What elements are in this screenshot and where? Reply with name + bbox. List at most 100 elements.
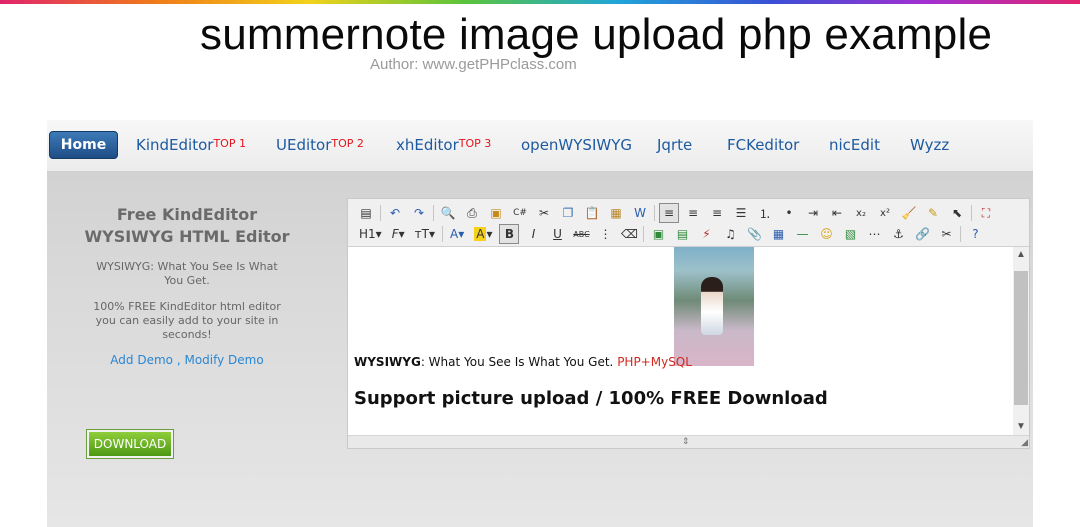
select-all-icon[interactable]: ⬉ bbox=[947, 203, 967, 223]
nav-item-nicedit[interactable]: nicEdit bbox=[829, 136, 880, 154]
demo-links-separator: , bbox=[176, 353, 181, 367]
help-icon[interactable]: ? bbox=[965, 224, 985, 244]
sidebar-desc-2: 100% FREE KindEditor html editor you can… bbox=[93, 300, 281, 341]
toolbar-divider bbox=[433, 205, 434, 221]
text-color-dropdown[interactable]: A▾ bbox=[447, 224, 467, 244]
superscript-icon[interactable]: x² bbox=[875, 203, 895, 223]
nav-item-openwysiwyg[interactable]: openWYSIWYG bbox=[521, 136, 632, 154]
demo-links: Add Demo , Modify Demo bbox=[87, 353, 287, 367]
nav-item-fckeditor[interactable]: FCKeditor bbox=[727, 136, 799, 154]
highlight-color-dropdown[interactable]: A ▾ bbox=[471, 224, 495, 244]
toolbar-row-1: ▤ ↶ ↷ 🔍 ⎙ ▣ C# ✂ ❐ 📋 ▦ W ≡ ≡ ≡ ☰ ⒈ • ⇥ ⇤… bbox=[356, 203, 1000, 223]
code-icon[interactable]: C# bbox=[510, 203, 530, 223]
unordered-list-icon[interactable]: • bbox=[779, 203, 799, 223]
redo-icon[interactable]: ↷ bbox=[409, 203, 429, 223]
content-line-2: Support picture upload / 100% FREE Downl… bbox=[354, 388, 828, 409]
scroll-down-icon[interactable]: ▼ bbox=[1013, 419, 1029, 435]
pagebreak-icon[interactable]: ⋯ bbox=[864, 224, 884, 244]
php-mysql-link[interactable]: PHP+MySQL bbox=[617, 355, 692, 369]
outdent-icon[interactable]: ⇤ bbox=[827, 203, 847, 223]
quick-format-icon[interactable]: ✎ bbox=[923, 203, 943, 223]
underline-button[interactable]: U bbox=[547, 224, 567, 244]
sidebar-desc-1: WYSIWYG: What You See Is What You Get. bbox=[96, 260, 278, 287]
drag-grip-icon[interactable]: ⇕ bbox=[682, 436, 690, 447]
preview-icon[interactable]: 🔍 bbox=[438, 203, 458, 223]
photo-person-figure bbox=[701, 277, 723, 335]
emoticon-icon[interactable]: ☺ bbox=[816, 224, 836, 244]
line-height-icon[interactable]: ⋮ bbox=[595, 224, 615, 244]
paste-plain-icon[interactable]: ▦ bbox=[606, 203, 626, 223]
nav-home-button[interactable]: Home bbox=[49, 131, 118, 159]
copy-icon[interactable]: ❐ bbox=[558, 203, 578, 223]
unlink-icon[interactable]: ✂ bbox=[936, 224, 956, 244]
justify-icon[interactable]: ☰ bbox=[731, 203, 751, 223]
add-demo-link[interactable]: Add Demo bbox=[110, 353, 173, 367]
toolbar-divider bbox=[654, 205, 655, 221]
table-icon[interactable]: ▦ bbox=[768, 224, 788, 244]
attachment-icon[interactable]: 📎 bbox=[744, 224, 764, 244]
demo-frame: Home KindEditorTOP 1 UEditorTOP 2 xhEdit… bbox=[47, 120, 1033, 527]
strikethrough-button[interactable]: ABC bbox=[571, 224, 591, 244]
baidu-map-icon[interactable]: ▧ bbox=[840, 224, 860, 244]
author-line: Author: www.getPHPclass.com bbox=[370, 56, 577, 73]
indent-icon[interactable]: ⇥ bbox=[803, 203, 823, 223]
heading-label: H1 bbox=[359, 227, 376, 241]
nav-item-ueditor[interactable]: UEditorTOP 2 bbox=[276, 136, 364, 154]
template-icon[interactable]: ▣ bbox=[486, 203, 506, 223]
size-label: тT bbox=[414, 227, 429, 241]
nav-item-xheditor[interactable]: xhEditorTOP 3 bbox=[396, 136, 491, 154]
source-icon[interactable]: ▤ bbox=[356, 203, 376, 223]
hr-icon[interactable]: — bbox=[792, 224, 812, 244]
resize-handle-icon[interactable]: ◢ bbox=[1021, 437, 1028, 448]
paste-icon[interactable]: 📋 bbox=[582, 203, 602, 223]
nav-item-wyzz[interactable]: Wyzz bbox=[910, 136, 949, 154]
uploaded-photo[interactable] bbox=[674, 247, 754, 366]
underline-label: U bbox=[553, 227, 562, 241]
cut-icon[interactable]: ✂ bbox=[534, 203, 554, 223]
media-icon[interactable]: ♫ bbox=[720, 224, 740, 244]
editor-scrollbar[interactable]: ▲ ▼ bbox=[1013, 247, 1029, 435]
content-line-1: WYSIWYG: What You See Is What You Get. P… bbox=[354, 355, 692, 369]
fullscreen-icon[interactable]: ⛶ bbox=[976, 203, 996, 223]
top-rainbow-bar bbox=[0, 0, 1080, 4]
scroll-up-icon[interactable]: ▲ bbox=[1013, 247, 1029, 263]
font-size-dropdown[interactable]: тT ▾ bbox=[412, 224, 438, 244]
toolbar-divider bbox=[380, 205, 381, 221]
modify-demo-link[interactable]: Modify Demo bbox=[184, 353, 263, 367]
insert-image-icon[interactable]: ▣ bbox=[648, 224, 668, 244]
nav-item-jqrte[interactable]: Jqrte bbox=[657, 136, 692, 154]
editor-content-area[interactable]: WYSIWYG: What You See Is What You Get. P… bbox=[348, 247, 1013, 435]
font-label: F bbox=[391, 227, 399, 241]
print-icon[interactable]: ⎙ bbox=[462, 203, 482, 223]
download-button[interactable]: DOWNLOAD bbox=[86, 429, 174, 459]
ordered-list-icon[interactable]: ⒈ bbox=[755, 203, 775, 223]
nav-item-kindeditor[interactable]: KindEditorTOP 1 bbox=[136, 136, 246, 154]
toolbar-divider bbox=[971, 205, 972, 221]
sidebar-heading: Free KindEditor WYSIWYG HTML Editor bbox=[84, 205, 290, 246]
editor-toolbar: ▤ ↶ ↷ 🔍 ⎙ ▣ C# ✂ ❐ 📋 ▦ W ≡ ≡ ≡ ☰ ⒈ • ⇥ ⇤… bbox=[348, 199, 1029, 247]
bold-button[interactable]: B bbox=[499, 224, 520, 244]
font-family-dropdown[interactable]: F ▾ bbox=[389, 224, 408, 244]
link-icon[interactable]: 🔗 bbox=[912, 224, 932, 244]
align-left-icon[interactable]: ≡ bbox=[659, 203, 679, 223]
align-center-icon[interactable]: ≡ bbox=[683, 203, 703, 223]
italic-button[interactable]: I bbox=[523, 224, 543, 244]
strike-label: ABC bbox=[573, 229, 590, 239]
subscript-icon[interactable]: x₂ bbox=[851, 203, 871, 223]
multi-image-icon[interactable]: ▤ bbox=[672, 224, 692, 244]
content-line-1-bold: WYSIWYG bbox=[354, 355, 421, 369]
toolbar-divider bbox=[960, 226, 962, 242]
italic-label: I bbox=[531, 227, 536, 241]
undo-icon[interactable]: ↶ bbox=[385, 203, 405, 223]
flash-icon[interactable]: ⚡ bbox=[696, 224, 716, 244]
scroll-thumb[interactable] bbox=[1014, 271, 1028, 405]
heading-dropdown[interactable]: H1 ▾ bbox=[356, 224, 385, 244]
align-right-icon[interactable]: ≡ bbox=[707, 203, 727, 223]
wysiwyg-editor: ▤ ↶ ↷ 🔍 ⎙ ▣ C# ✂ ❐ 📋 ▦ W ≡ ≡ ≡ ☰ ⒈ • ⇥ ⇤… bbox=[347, 198, 1030, 449]
anchor-icon[interactable]: ⚓ bbox=[888, 224, 908, 244]
remove-format-icon[interactable]: ⌫ bbox=[619, 224, 639, 244]
paste-word-icon[interactable]: W bbox=[630, 203, 650, 223]
bold-label: B bbox=[504, 227, 515, 241]
sidebar: Free KindEditor WYSIWYG HTML Editor WYSI… bbox=[47, 172, 327, 527]
clear-format-icon[interactable]: 🧹 bbox=[899, 203, 919, 223]
